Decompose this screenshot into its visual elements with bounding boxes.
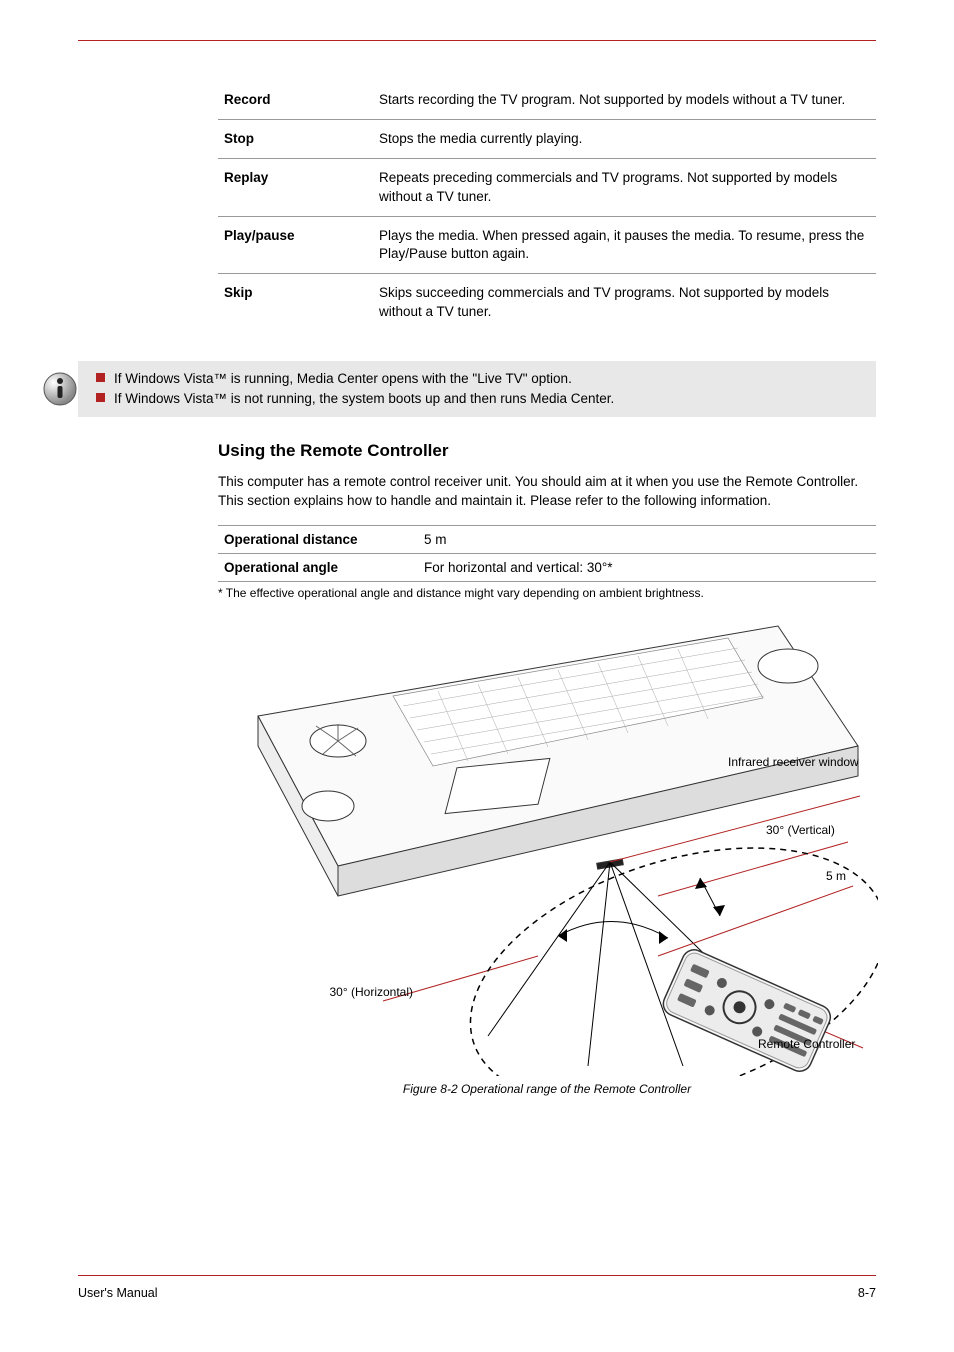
- desc-record: Starts recording the TV program. Not sup…: [373, 81, 876, 120]
- term-stop: Stop: [218, 120, 373, 159]
- label-remote: Remote Controller: [758, 1038, 855, 1051]
- spec-angle-key: Operational angle: [218, 554, 418, 582]
- specs-table-wrap: Operational distance 5 m Operational ang…: [218, 525, 876, 582]
- figure: Infrared receiver window 30° (Horizontal…: [218, 606, 878, 1076]
- info-list: If Windows Vista™ is running, Media Cent…: [96, 369, 614, 410]
- label-5m: 5 m: [826, 870, 846, 883]
- top-rule: [78, 40, 876, 41]
- table-row: Play/pause Plays the media. When pressed…: [218, 216, 876, 273]
- bottom-rule: [78, 1275, 876, 1276]
- info-item-1: If Windows Vista™ is running, Media Cent…: [96, 369, 614, 389]
- info-item-2: If Windows Vista™ is not running, the sy…: [96, 389, 614, 409]
- figure-svg: [218, 606, 878, 1076]
- table-row: Stop Stops the media currently playing.: [218, 120, 876, 159]
- table-row: Record Starts recording the TV program. …: [218, 81, 876, 120]
- table-row: Replay Repeats preceding commercials and…: [218, 159, 876, 216]
- info-note: If Windows Vista™ is running, Media Cent…: [78, 361, 876, 418]
- spec-angle-val: For horizontal and vertical: 30°*: [418, 554, 876, 582]
- term-playpause: Play/pause: [218, 216, 373, 273]
- footer-right: 8-7: [858, 1286, 876, 1300]
- label-h30: 30° (Horizontal): [263, 986, 413, 999]
- spec-distance-key: Operational distance: [218, 526, 418, 554]
- desc-stop: Stops the media currently playing.: [373, 120, 876, 159]
- section-body: This computer has a remote control recei…: [218, 473, 876, 511]
- definitions-table: Record Starts recording the TV program. …: [218, 81, 876, 331]
- section-heading: Using the Remote Controller: [218, 441, 876, 461]
- footer: User's Manual 8-7: [78, 1275, 876, 1300]
- table-row: Skip Skips succeeding commercials and TV…: [218, 274, 876, 331]
- desc-skip: Skips succeeding commercials and TV prog…: [373, 274, 876, 331]
- specs-table: Operational distance 5 m Operational ang…: [218, 525, 876, 582]
- footer-left: User's Manual: [78, 1286, 158, 1300]
- figure-caption: Figure 8-2 Operational range of the Remo…: [218, 1082, 876, 1096]
- table-row: Operational angle For horizontal and ver…: [218, 554, 876, 582]
- term-record: Record: [218, 81, 373, 120]
- spec-distance-val: 5 m: [418, 526, 876, 554]
- table-row: Operational distance 5 m: [218, 526, 876, 554]
- info-icon: [42, 371, 78, 407]
- label-v30: 30° (Vertical): [766, 824, 835, 837]
- label-recv-window: Infrared receiver window: [728, 756, 859, 769]
- desc-replay: Repeats preceding commercials and TV pro…: [373, 159, 876, 216]
- term-skip: Skip: [218, 274, 373, 331]
- definitions-table-wrap: Record Starts recording the TV program. …: [218, 81, 876, 331]
- desc-playpause: Plays the media. When pressed again, it …: [373, 216, 876, 273]
- term-replay: Replay: [218, 159, 373, 216]
- footnote: * The effective operational angle and di…: [218, 586, 876, 600]
